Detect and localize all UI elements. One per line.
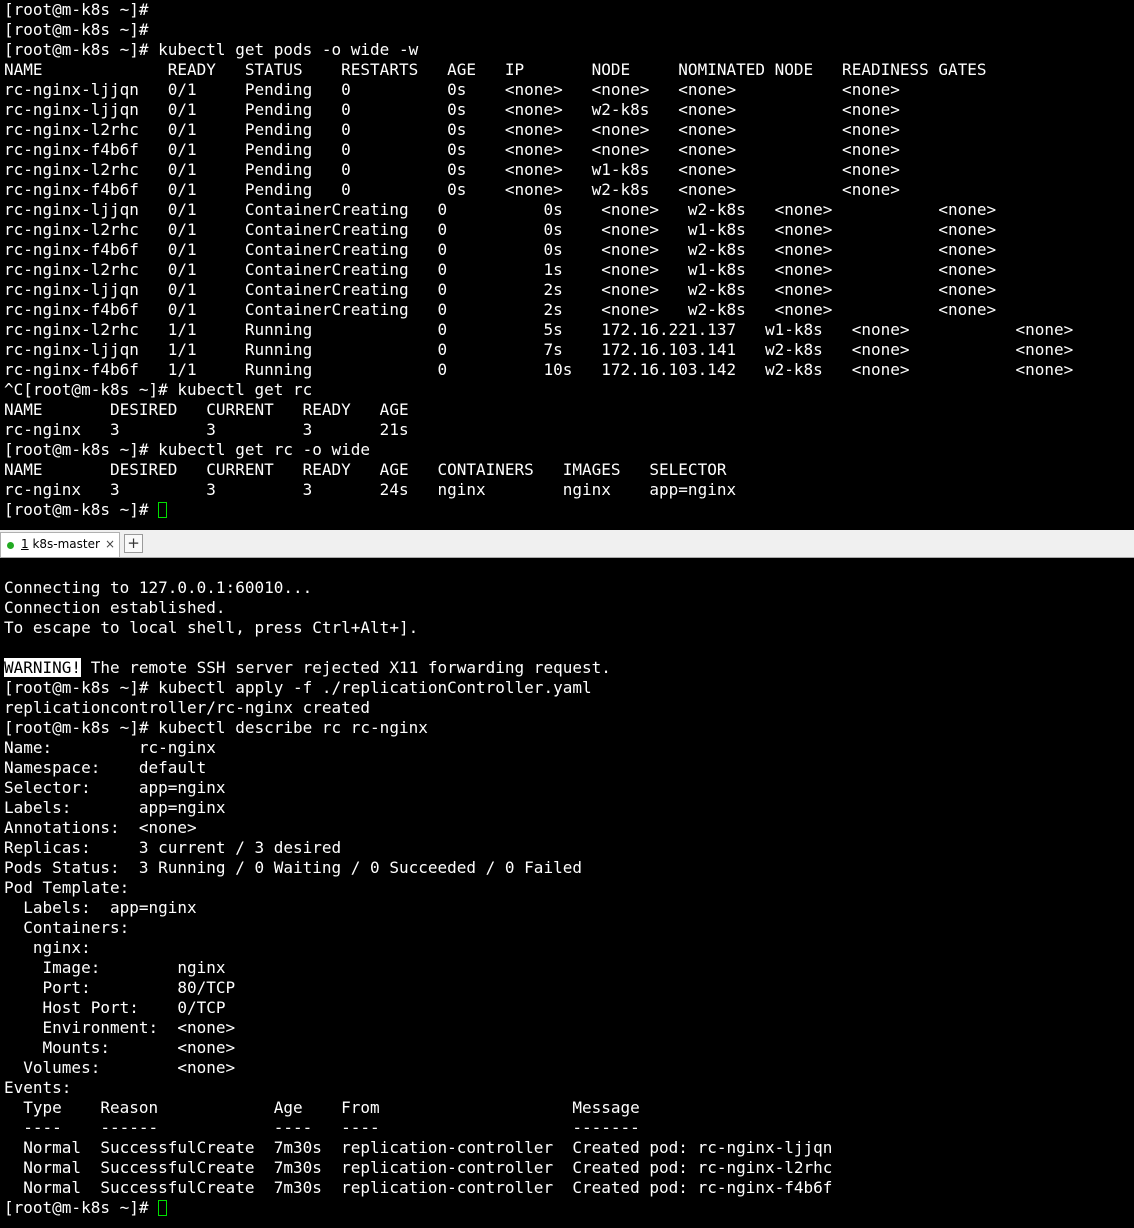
text-cursor (158, 502, 168, 518)
terminal-line: Replicas: 3 current / 3 desired (4, 838, 342, 857)
terminal-line: Environment: <none> (4, 1018, 236, 1037)
shell-prompt: [root@m-k8s ~]# (4, 1198, 159, 1217)
terminal-output-bottom: [root@m-k8s ~]# kubectl apply -f ./repli… (0, 678, 1134, 1198)
terminal-line: Selector: app=nginx (4, 778, 226, 797)
session-tab-bar: 1 k8s-master × + (0, 530, 1134, 558)
terminal-line: Image: nginx (4, 958, 226, 977)
terminal-line: NAME READY STATUS RESTARTS AGE IP NODE N… (4, 60, 987, 79)
terminal-line: Labels: app=nginx (4, 898, 197, 917)
terminal-prompt-line-top: [root@m-k8s ~]# (0, 500, 1134, 520)
terminal-line: Port: 80/TCP (4, 978, 236, 997)
terminal-line: rc-nginx-l2rhc 0/1 ContainerCreating 0 1… (4, 260, 997, 279)
tab-name: k8s-master (28, 537, 100, 551)
terminal-line: rc-nginx-ljjqn 0/1 Pending 0 0s <none> w… (4, 100, 900, 119)
terminal-line: NAME DESIRED CURRENT READY AGE (4, 400, 409, 419)
terminal-line: rc-nginx-ljjqn 1/1 Running 0 7s 172.16.1… (4, 340, 1074, 359)
terminal-line: [root@m-k8s ~]# kubectl describe rc rc-n… (4, 718, 428, 737)
terminal-line: NAME DESIRED CURRENT READY AGE CONTAINER… (4, 460, 727, 479)
terminal-line: rc-nginx-ljjqn 0/1 ContainerCreating 0 2… (4, 280, 997, 299)
terminal-line: [root@m-k8s ~]# kubectl apply -f ./repli… (4, 678, 592, 697)
terminal-line: Connection established. (4, 598, 226, 617)
terminal-line: [root@m-k8s ~]# kubectl get rc -o wide (4, 440, 371, 459)
terminal-line: Volumes: <none> (4, 1058, 236, 1077)
terminal-line: rc-nginx-f4b6f 0/1 ContainerCreating 0 2… (4, 300, 997, 319)
terminal-line: rc-nginx-f4b6f 0/1 Pending 0 0s <none> w… (4, 180, 900, 199)
terminal-line: rc-nginx-f4b6f 1/1 Running 0 10s 172.16.… (4, 360, 1074, 379)
terminal-line: [root@m-k8s ~]# (4, 20, 149, 39)
terminal-line: To escape to local shell, press Ctrl+Alt… (4, 618, 419, 637)
terminal-pane-top[interactable]: [root@m-k8s ~]# [root@m-k8s ~]# [root@m-k8… (0, 0, 1134, 530)
terminal-line: Host Port: 0/TCP (4, 998, 226, 1017)
shell-prompt: [root@m-k8s ~]# (4, 500, 159, 519)
tab-label: 1 k8s-master (21, 533, 100, 556)
terminal-line: nginx: (4, 938, 91, 957)
terminal-line: Connecting to 127.0.0.1:60010... (4, 578, 313, 597)
terminal-output-top: [root@m-k8s ~]# [root@m-k8s ~]# [root@m-k8… (0, 0, 1134, 500)
terminal-line: Normal SuccessfulCreate 7m30s replicatio… (4, 1138, 833, 1157)
terminal-line: replicationcontroller/rc-nginx created (4, 698, 371, 717)
terminal-line: Name: rc-nginx (4, 738, 216, 757)
terminal-prompt-line-bottom: [root@m-k8s ~]# (0, 1198, 1134, 1218)
terminal-line: Pod Template: (4, 878, 130, 897)
terminal-pane-bottom[interactable]: Connecting to 127.0.0.1:60010... Connecti… (0, 558, 1134, 1228)
add-tab-button[interactable]: + (124, 534, 143, 553)
terminal-line: rc-nginx-l2rhc 0/1 ContainerCreating 0 0… (4, 220, 997, 239)
tab-k8s-master[interactable]: 1 k8s-master × (0, 532, 120, 557)
terminal-line: rc-nginx-l2rhc 0/1 Pending 0 0s <none> <… (4, 120, 900, 139)
terminal-line: Containers: (4, 918, 130, 937)
tab-number: 1 (21, 537, 29, 551)
terminal-line: Events: (4, 1078, 72, 1097)
terminal-line: rc-nginx-f4b6f 0/1 ContainerCreating 0 0… (4, 240, 997, 259)
terminal-line: Labels: app=nginx (4, 798, 226, 817)
terminal-line: Pods Status: 3 Running / 0 Waiting / 0 S… (4, 858, 582, 877)
terminal-line: rc-nginx 3 3 3 21s (4, 420, 409, 439)
terminal-line: rc-nginx-l2rhc 1/1 Running 0 5s 172.16.2… (4, 320, 1074, 339)
terminal-line: rc-nginx-ljjqn 0/1 ContainerCreating 0 0… (4, 200, 997, 219)
terminal-line: rc-nginx-l2rhc 0/1 Pending 0 0s <none> w… (4, 160, 900, 179)
terminal-line: Normal SuccessfulCreate 7m30s replicatio… (4, 1158, 833, 1177)
terminal-line: ---- ------ ---- ---- ------- (4, 1118, 640, 1137)
terminal-line: rc-nginx 3 3 3 24s nginx nginx app=nginx (4, 480, 737, 499)
terminal-line: [root@m-k8s ~]# kubectl get pods -o wide… (4, 40, 419, 59)
terminal-line: ^C[root@m-k8s ~]# kubectl get rc (4, 380, 313, 399)
terminal-line: Mounts: <none> (4, 1038, 236, 1057)
terminal-warning-line: WARNING! The remote SSH server rejected … (0, 658, 1134, 678)
close-tab-icon[interactable]: × (105, 533, 115, 556)
warning-message: The remote SSH server rejected X11 forwa… (81, 658, 611, 677)
terminal-line: rc-nginx-ljjqn 0/1 Pending 0 0s <none> <… (4, 80, 900, 99)
terminal-line: rc-nginx-f4b6f 0/1 Pending 0 0s <none> <… (4, 140, 900, 159)
terminal-line: Namespace: default (4, 758, 207, 777)
text-cursor (158, 1200, 168, 1216)
connection-status-icon (7, 542, 14, 549)
terminal-line: Normal SuccessfulCreate 7m30s replicatio… (4, 1178, 833, 1197)
terminal-line: Type Reason Age From Message (4, 1098, 640, 1117)
terminal-output-connection: Connecting to 127.0.0.1:60010... Connecti… (0, 558, 1134, 658)
terminal-line: [root@m-k8s ~]# (4, 0, 149, 19)
terminal-line: Annotations: <none> (4, 818, 197, 837)
warning-label: WARNING! (4, 658, 82, 677)
